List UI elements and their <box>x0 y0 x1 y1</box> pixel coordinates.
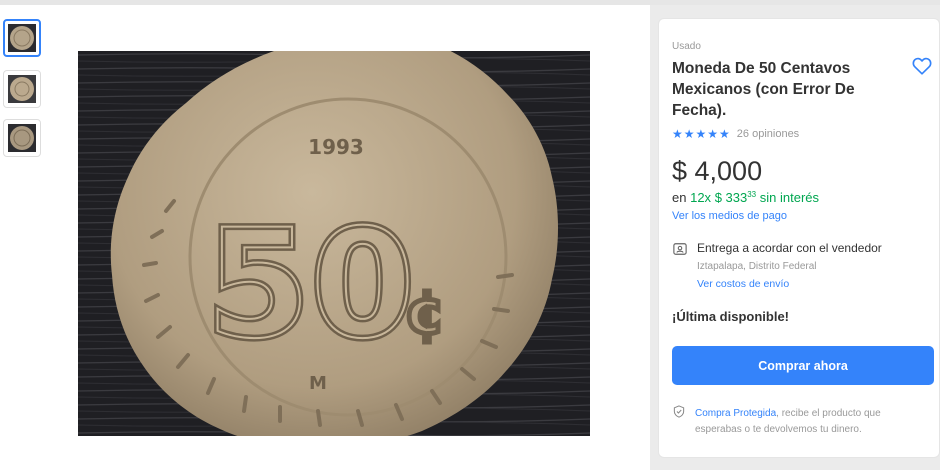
thumbnail-3[interactable] <box>3 119 41 157</box>
thumbnail-1[interactable] <box>3 19 41 57</box>
installments-suffix: sin interés <box>759 190 820 205</box>
protected-purchase-link[interactable]: Compra Protegida <box>695 408 776 419</box>
rating-summary[interactable]: ★★★★★ 26 opiniones <box>672 127 799 141</box>
coin-mint-mark: M <box>309 373 327 394</box>
coin-year-engraving: 1993 <box>308 135 364 159</box>
installments-cents: 33 <box>747 190 757 199</box>
shipping-location: Iztapalapa, Distrito Federal <box>697 261 817 272</box>
condition-label: Usado <box>672 41 701 52</box>
thumbnail-2[interactable] <box>3 70 41 108</box>
installments-amount-value: $ 333 <box>714 190 748 205</box>
installments-info: en 12x $ 33333 sin interés <box>672 190 819 205</box>
coin-unit-engraving: ¢ <box>404 278 446 348</box>
star-rating-icon: ★★★★★ <box>672 127 731 141</box>
installments-prefix: en <box>672 190 687 205</box>
product-title: Moneda De 50 Centavos Mexicanos (con Err… <box>672 60 855 119</box>
coin-value-highlight: 50 <box>206 198 415 372</box>
buy-now-button[interactable]: Comprar ahora <box>672 346 934 385</box>
stock-status: ¡Última disponible! <box>672 309 789 324</box>
gallery-panel: 1993 50 50 ¢ M <box>0 5 650 470</box>
product-price: $ 4,000 <box>672 156 763 186</box>
payment-methods-link[interactable]: Ver los medios de pago <box>672 210 787 222</box>
coin-photo: 1993 50 50 ¢ M <box>78 51 590 436</box>
shipping-costs-link[interactable]: Ver costos de envío <box>697 278 789 290</box>
coin-thumbnail-image <box>8 24 36 52</box>
shipping-title: Entrega a acordar con el vendedor <box>697 241 882 255</box>
shield-icon <box>673 405 685 418</box>
installments-count: 12x <box>690 190 712 205</box>
purchase-protection: Compra Protegida, recibe el producto que… <box>695 406 925 438</box>
heart-icon[interactable] <box>911 55 933 77</box>
installments-amount: $ 33333 <box>715 190 756 205</box>
product-info-panel: Usado Moneda De 50 Centavos Mexicanos (c… <box>658 18 940 458</box>
main-product-image[interactable]: 1993 50 50 ¢ M <box>78 51 590 436</box>
coin-thumbnail-image <box>8 124 36 152</box>
coin-thumbnail-image <box>8 75 36 103</box>
reviews-count: 26 opiniones <box>736 128 800 140</box>
contact-card-icon <box>673 243 687 255</box>
